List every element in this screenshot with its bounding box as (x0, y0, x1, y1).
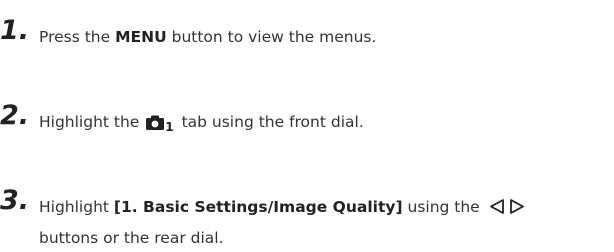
step-number: 2. (0, 100, 30, 131)
step-text: Highlight [1. Basic Settings/Image Quali… (39, 193, 609, 252)
step-text-post: button to view the menus. (166, 28, 377, 46)
camera-icon (146, 111, 165, 139)
step-number: 3. (0, 185, 30, 216)
step-text-pre: Highlight (39, 198, 114, 216)
step-text-line2: buttons or the rear dial. (39, 229, 224, 247)
step-text: Highlight the 1 tab using the front dial… (39, 108, 609, 141)
menu-button-label: MENU (115, 28, 167, 46)
step-text-mid: using the (402, 198, 485, 216)
step-text: Press the MENU button to view the menus. (39, 23, 609, 51)
step-text-pre: Highlight the (39, 113, 145, 131)
step-text-post: tab using the front dial. (176, 113, 364, 131)
step-text-pre: Press the (39, 28, 116, 46)
step-number: 1. (0, 15, 30, 46)
left-right-arrow-icon (488, 196, 528, 224)
basic-settings-label: [1. Basic Settings/Image Quality] (113, 198, 403, 216)
camera-tab-number: 1 (165, 120, 174, 134)
